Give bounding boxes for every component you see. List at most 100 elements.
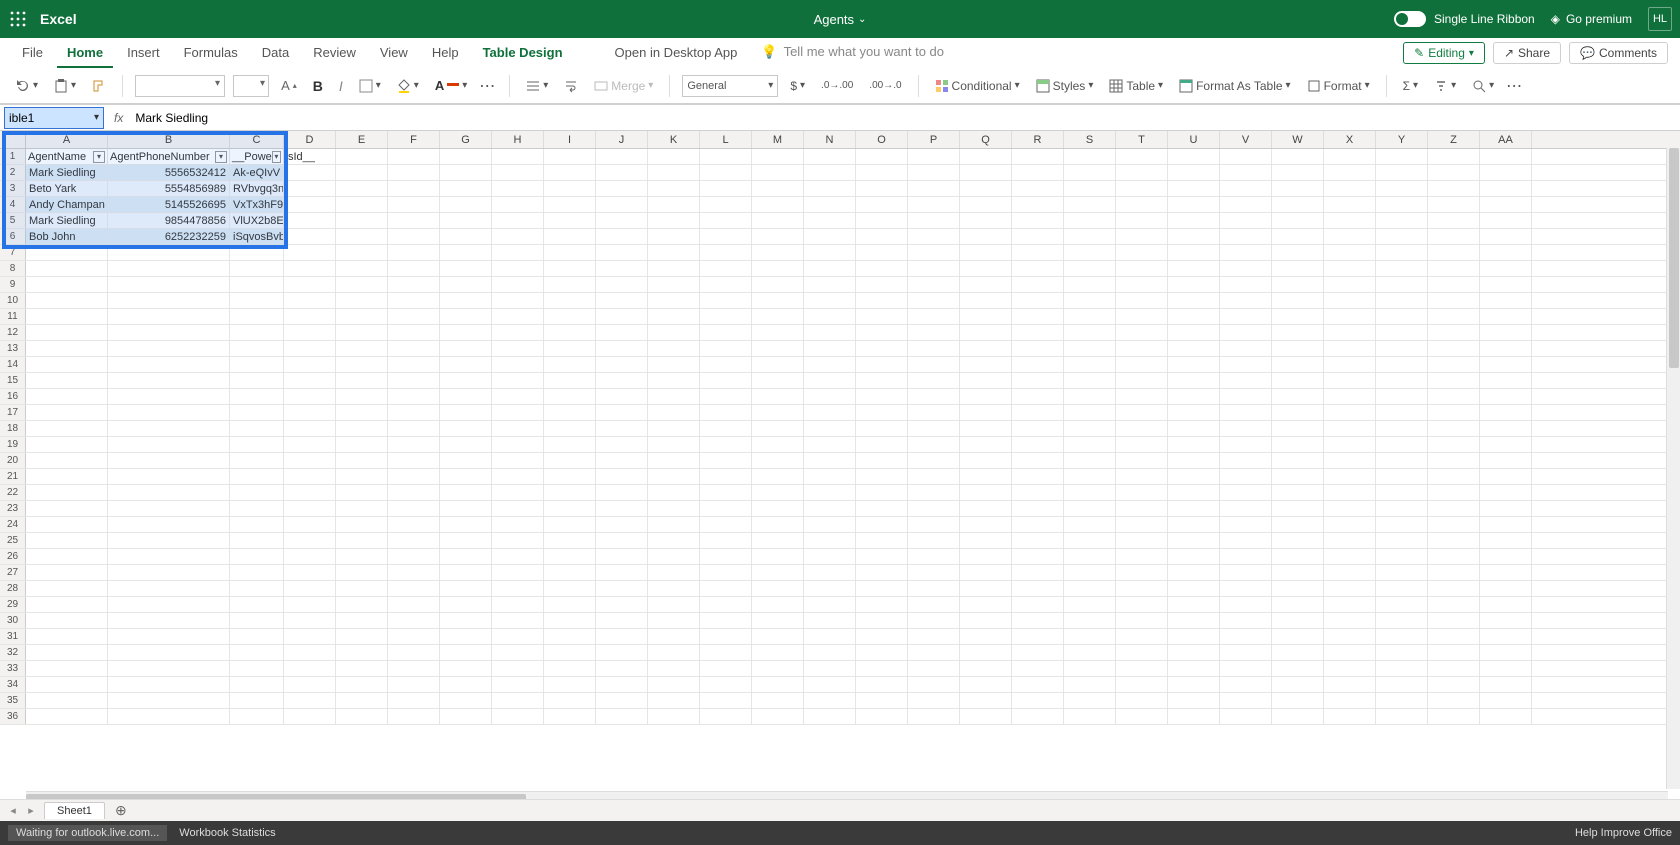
cell[interactable] [1428, 197, 1480, 212]
cell[interactable] [804, 165, 856, 180]
cell[interactable] [108, 581, 230, 596]
cell[interactable] [752, 421, 804, 436]
cell[interactable] [596, 677, 648, 692]
cell[interactable] [440, 581, 492, 596]
cell[interactable] [1376, 389, 1428, 404]
col-header-J[interactable]: J [596, 131, 648, 148]
cell[interactable] [1480, 565, 1532, 580]
cell[interactable] [908, 533, 960, 548]
cell[interactable] [596, 581, 648, 596]
row-header[interactable]: 10 [0, 293, 26, 308]
cell[interactable] [544, 485, 596, 500]
cell[interactable] [960, 293, 1012, 308]
cell[interactable] [856, 517, 908, 532]
cell[interactable] [700, 517, 752, 532]
cell[interactable] [856, 213, 908, 228]
cell[interactable] [440, 549, 492, 564]
cell[interactable] [544, 581, 596, 596]
cell[interactable] [1428, 565, 1480, 580]
cell[interactable] [336, 229, 388, 244]
cell[interactable] [1012, 517, 1064, 532]
row-header[interactable]: 31 [0, 629, 26, 644]
fill-color-button[interactable]: ▾ [393, 77, 423, 95]
cell[interactable] [596, 485, 648, 500]
cell[interactable] [1012, 341, 1064, 356]
cell[interactable] [1012, 565, 1064, 580]
cell[interactable] [284, 373, 336, 388]
cell[interactable] [752, 405, 804, 420]
comments-button[interactable]: 💬 Comments [1569, 42, 1668, 64]
cell[interactable] [1272, 645, 1324, 660]
cell[interactable] [1480, 341, 1532, 356]
cell-agentname[interactable]: Mark Siedling [26, 165, 108, 180]
cell[interactable] [1116, 389, 1168, 404]
cell[interactable] [1376, 645, 1428, 660]
sheet-tab-sheet1[interactable]: Sheet1 [44, 802, 105, 819]
row-header[interactable]: 12 [0, 325, 26, 340]
cell[interactable] [1220, 277, 1272, 292]
cell[interactable] [108, 277, 230, 292]
cell[interactable] [336, 517, 388, 532]
cell[interactable] [648, 197, 700, 212]
cell[interactable] [1272, 485, 1324, 500]
cell[interactable] [596, 501, 648, 516]
cell[interactable] [1064, 677, 1116, 692]
tab-file[interactable]: File [12, 39, 53, 68]
cell[interactable] [752, 341, 804, 356]
cell[interactable] [544, 245, 596, 260]
cell[interactable] [856, 565, 908, 580]
cell[interactable] [492, 581, 544, 596]
cell[interactable] [230, 613, 284, 628]
cell[interactable] [596, 165, 648, 180]
cell[interactable] [856, 581, 908, 596]
cell[interactable] [1428, 405, 1480, 420]
row-header[interactable]: 16 [0, 389, 26, 404]
cell[interactable] [388, 565, 440, 580]
cell[interactable] [26, 277, 108, 292]
cell[interactable] [1480, 421, 1532, 436]
cell[interactable] [388, 453, 440, 468]
cell[interactable] [1116, 245, 1168, 260]
align-button[interactable]: ▾ [522, 77, 552, 95]
cell[interactable] [388, 277, 440, 292]
cell[interactable] [1480, 309, 1532, 324]
spreadsheet-grid[interactable]: A B C DEFGHIJKLMNOPQRSTUVWXYZAA sId__ 1A… [0, 131, 1680, 736]
cell[interactable] [1376, 709, 1428, 724]
cell[interactable] [1168, 533, 1220, 548]
cell[interactable] [1272, 565, 1324, 580]
cell[interactable] [284, 229, 336, 244]
cell[interactable] [1220, 357, 1272, 372]
cell[interactable] [1064, 293, 1116, 308]
cell[interactable] [440, 469, 492, 484]
cell[interactable] [1116, 533, 1168, 548]
cell[interactable] [336, 661, 388, 676]
increase-decimal-button[interactable]: .0→.00 [817, 78, 857, 93]
cell[interactable] [700, 549, 752, 564]
row-header[interactable]: 19 [0, 437, 26, 452]
cell[interactable] [1376, 373, 1428, 388]
cell[interactable] [960, 405, 1012, 420]
cell[interactable] [1376, 437, 1428, 452]
cell[interactable] [26, 309, 108, 324]
col-header-T[interactable]: T [1116, 131, 1168, 148]
cell[interactable] [108, 661, 230, 676]
cell[interactable] [1324, 405, 1376, 420]
cell[interactable] [440, 245, 492, 260]
cell[interactable] [284, 245, 336, 260]
cell[interactable] [544, 629, 596, 644]
cell[interactable] [440, 485, 492, 500]
cell[interactable] [284, 453, 336, 468]
cell[interactable] [440, 597, 492, 612]
cell[interactable] [1480, 437, 1532, 452]
cell[interactable] [804, 149, 856, 164]
cell[interactable] [284, 325, 336, 340]
cell[interactable] [230, 565, 284, 580]
cell[interactable] [1116, 469, 1168, 484]
cell[interactable] [752, 469, 804, 484]
cell[interactable] [1272, 581, 1324, 596]
cell[interactable] [26, 677, 108, 692]
cell[interactable] [856, 277, 908, 292]
cell[interactable] [230, 261, 284, 276]
cell[interactable] [388, 549, 440, 564]
cell[interactable] [544, 261, 596, 276]
